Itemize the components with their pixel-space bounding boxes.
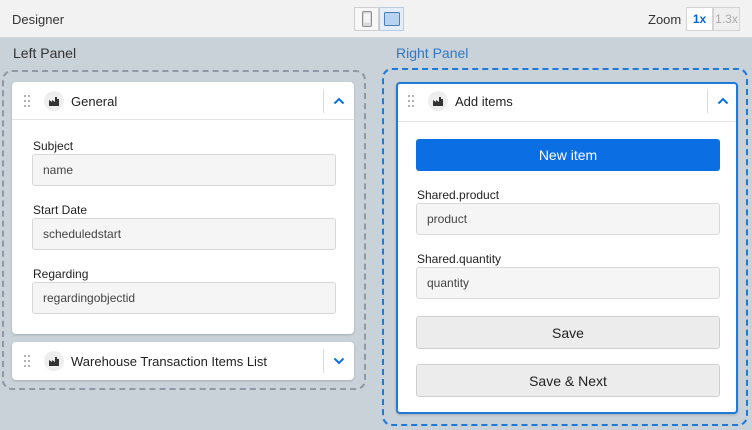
start-date-field-label: Start Date (33, 203, 88, 217)
start-date-field[interactable]: scheduledstart (32, 218, 336, 250)
chevron-down-icon[interactable] (331, 353, 347, 369)
designer-toolbar: Designer Zoom 1x 1.3x (0, 0, 752, 38)
warehouse-section-card: Warehouse Transaction Items List (12, 342, 354, 380)
product-field-label: Shared.product (417, 188, 500, 202)
device-toggle (354, 7, 404, 31)
new-item-button[interactable]: New item (416, 139, 720, 171)
zoom-label: Zoom (648, 12, 682, 27)
save-and-next-button[interactable]: Save & Next (416, 364, 720, 397)
desktop-device-icon (383, 12, 400, 26)
drag-handle-icon[interactable] (24, 355, 32, 367)
subject-field[interactable]: name (32, 154, 336, 186)
warehouse-section-header[interactable]: Warehouse Transaction Items List (12, 342, 354, 380)
mobile-device-icon (361, 11, 372, 27)
general-section-title: General (71, 94, 118, 109)
factory-icon (428, 91, 448, 111)
designer-title: Designer (12, 12, 65, 27)
product-field[interactable]: product (416, 203, 720, 235)
general-section-header[interactable]: General (12, 82, 354, 120)
quantity-field-label: Shared.quantity (417, 252, 502, 266)
mobile-view-button[interactable] (354, 7, 379, 31)
chevron-up-icon[interactable] (331, 93, 347, 109)
drag-handle-icon[interactable] (24, 95, 32, 107)
add-items-section-card: Add items New item Shared.product produc… (396, 82, 738, 414)
header-divider (707, 89, 708, 113)
quantity-field[interactable]: quantity (416, 267, 720, 299)
factory-icon (44, 91, 64, 111)
desktop-view-button[interactable] (379, 7, 404, 31)
zoom-1x-button[interactable]: 1x (686, 7, 713, 31)
general-section-card: General Subject name Start Date schedule… (12, 82, 354, 334)
warehouse-section-title: Warehouse Transaction Items List (71, 354, 268, 369)
drag-handle-icon[interactable] (408, 95, 416, 107)
factory-icon (44, 351, 64, 371)
chevron-up-icon[interactable] (715, 93, 731, 109)
add-items-section-title: Add items (455, 94, 513, 109)
zoom-selector: 1x 1.3x (686, 7, 740, 31)
add-items-section-header[interactable]: Add items (398, 84, 736, 122)
left-panel-label: Left Panel (13, 45, 77, 61)
header-divider (323, 349, 324, 373)
save-button[interactable]: Save (416, 316, 720, 349)
header-divider (323, 89, 324, 113)
subject-field-label: Subject (33, 139, 74, 153)
right-panel-label: Right Panel (396, 45, 469, 61)
zoom-1-3x-button[interactable]: 1.3x (713, 7, 740, 31)
regarding-field[interactable]: regardingobjectid (32, 282, 336, 314)
regarding-field-label: Regarding (33, 267, 89, 281)
